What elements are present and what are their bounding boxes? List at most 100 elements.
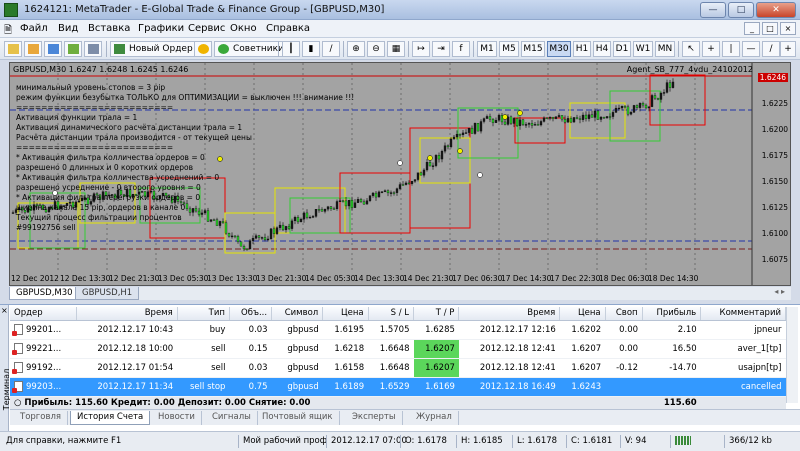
column-header[interactable]: Комментарий xyxy=(700,307,786,321)
column-header[interactable]: Прибыль xyxy=(642,307,702,321)
table-cell: 1.6243 xyxy=(559,377,606,397)
column-header[interactable]: T / P xyxy=(413,307,460,321)
horizontal-line-icon[interactable]: — xyxy=(742,41,760,57)
menu-tools[interactable]: Сервис xyxy=(188,23,225,34)
market-watch-icon[interactable] xyxy=(44,41,62,57)
candle-body xyxy=(353,202,357,208)
metaeditor-icon[interactable] xyxy=(194,41,212,57)
table-row[interactable]: 99203... 2012.12.17 11:34 sell stop 0.75 gbp… xyxy=(10,377,786,397)
history-scrollbar[interactable] xyxy=(786,307,798,403)
menu-view[interactable]: Вид xyxy=(58,23,78,34)
timeframe-m15[interactable]: M15 xyxy=(521,41,545,57)
timeframe-m1[interactable]: M1 xyxy=(477,41,497,57)
menu-insert[interactable]: Вставка xyxy=(88,23,130,34)
menu-file[interactable]: Файл xyxy=(20,23,48,34)
candle-body xyxy=(602,116,606,119)
table-row[interactable]: 99192... 2012.12.17 01:54 sell 0.03 gbpusd 1.… xyxy=(10,358,786,378)
candle-body xyxy=(374,192,378,198)
candlestick-icon[interactable]: ▮ xyxy=(302,41,320,57)
summary-row: ○ Прибыль: 115.60 Кредит: 0.00 Депозит: … xyxy=(10,396,786,411)
terminal-tab[interactable]: Новости xyxy=(152,411,202,425)
maximize-button[interactable]: □ xyxy=(728,2,754,18)
profiles-icon[interactable] xyxy=(24,41,42,57)
column-header[interactable]: Время xyxy=(458,307,561,321)
candle-body xyxy=(263,237,267,241)
terminal-icon[interactable] xyxy=(84,41,102,57)
terminal-tab[interactable]: Журнал xyxy=(410,411,459,425)
candle-body xyxy=(611,112,615,117)
menu-window[interactable]: Окно xyxy=(230,23,257,34)
menu-help[interactable]: Справка xyxy=(266,23,310,34)
time-tick-label: 14 Dec 21:30 xyxy=(403,274,454,283)
new-order-button[interactable]: Новый Ордер xyxy=(110,41,198,57)
candle-body xyxy=(368,195,372,201)
navigator-icon[interactable] xyxy=(64,41,82,57)
timeframe-w1[interactable]: W1 xyxy=(633,41,653,57)
column-header[interactable]: Тип xyxy=(177,307,230,321)
timeframe-h4[interactable]: H4 xyxy=(593,41,611,57)
autoscroll-icon[interactable]: ↦ xyxy=(412,41,430,57)
terminal-close-icon[interactable]: × xyxy=(1,306,8,315)
ea-info-line: Расчёта дистанции трала производится - о… xyxy=(16,133,252,142)
column-header[interactable]: Объ... xyxy=(229,307,273,321)
bar-chart-icon[interactable]: ┃ xyxy=(282,41,300,57)
tab-scroll-icon[interactable]: ◂ ▸ xyxy=(774,287,785,296)
line-chart-icon[interactable]: ∕ xyxy=(322,41,340,57)
vertical-line-icon[interactable]: | xyxy=(722,41,740,57)
timeframe-m5[interactable]: M5 xyxy=(499,41,519,57)
candle-body xyxy=(254,235,258,239)
tile-windows-icon[interactable]: ▦ xyxy=(387,41,405,57)
status-profile[interactable]: Мой рабочий проф xyxy=(238,435,327,448)
terminal-tab[interactable]: Сигналы xyxy=(206,411,258,425)
crosshair-icon[interactable]: + xyxy=(702,41,720,57)
tab-gbpusd-m30[interactable]: GBPUSD,M30 xyxy=(9,287,80,300)
chart-shift-icon[interactable]: ⇥ xyxy=(432,41,450,57)
mdi-minimize-button[interactable]: _ xyxy=(744,22,760,35)
price-chart[interactable]: GBPUSD,M30 1.6247 1.6248 1.6245 1.6246 A… xyxy=(9,62,791,286)
candle-body xyxy=(350,200,354,208)
timeframe-m30[interactable]: M30 xyxy=(547,41,571,57)
terminal-tab[interactable]: Почтовый ящик xyxy=(256,411,340,425)
tab-gbpusd-h1[interactable]: GBPUSD,H1 xyxy=(75,287,140,300)
timeframe-d1[interactable]: D1 xyxy=(613,41,631,57)
candle-body xyxy=(671,81,675,88)
trendline-icon[interactable]: ∕ xyxy=(762,41,780,57)
terminal-tab[interactable]: Эксперты xyxy=(346,411,403,425)
mdi-restore-button[interactable]: □ xyxy=(762,22,778,35)
app-icon xyxy=(4,3,18,17)
table-cell: 1.6285 xyxy=(413,320,459,340)
table-row[interactable]: 99221... 2012.12.18 10:00 sell 0.15 gbpusd 1.… xyxy=(10,339,786,359)
terminal-tab[interactable]: Торговля xyxy=(14,411,69,425)
ea-info-line: ========================= xyxy=(16,143,174,152)
column-header[interactable]: Своп xyxy=(605,307,643,321)
column-header[interactable]: Ордер xyxy=(10,307,77,321)
zoom-out-icon[interactable]: ⊖ xyxy=(367,41,385,57)
menu-charts[interactable]: Графики xyxy=(138,23,184,34)
indicators-icon[interactable]: f xyxy=(452,41,470,57)
column-header[interactable]: Цена xyxy=(322,307,369,321)
cursor-icon[interactable]: ↖ xyxy=(682,41,700,57)
close-button[interactable]: ✕ xyxy=(756,2,796,18)
table-cell: 1.6529 xyxy=(368,377,414,397)
table-row[interactable]: 99201... 2012.12.17 10:43 buy 0.03 gbpusd 1.6… xyxy=(10,320,786,340)
column-header[interactable]: Цена xyxy=(559,307,606,321)
candle-body xyxy=(560,115,564,120)
column-header[interactable]: S / L xyxy=(368,307,415,321)
column-header[interactable]: Символ xyxy=(271,307,324,321)
new-chart-icon[interactable] xyxy=(4,41,22,57)
timeframe-h1[interactable]: H1 xyxy=(573,41,591,57)
mdi-close-button[interactable]: × xyxy=(780,22,796,35)
terminal-tab[interactable]: История Счета xyxy=(70,411,151,425)
zoom-in-icon[interactable]: ⊕ xyxy=(347,41,365,57)
candle-body xyxy=(266,238,270,241)
candle-body xyxy=(656,98,660,100)
candle-body xyxy=(497,115,501,121)
timeframe-mn[interactable]: MN xyxy=(655,41,675,57)
add-tool-icon[interactable]: + xyxy=(780,41,796,57)
minimize-button[interactable]: — xyxy=(700,2,726,18)
candle-body xyxy=(275,227,279,234)
status-bar: Для справки, нажмите F1 Мой рабочий проф… xyxy=(0,431,800,451)
table-cell: 1.5705 xyxy=(368,320,414,340)
table-cell: 0.00 xyxy=(605,320,643,340)
column-header[interactable]: Время xyxy=(76,307,178,321)
